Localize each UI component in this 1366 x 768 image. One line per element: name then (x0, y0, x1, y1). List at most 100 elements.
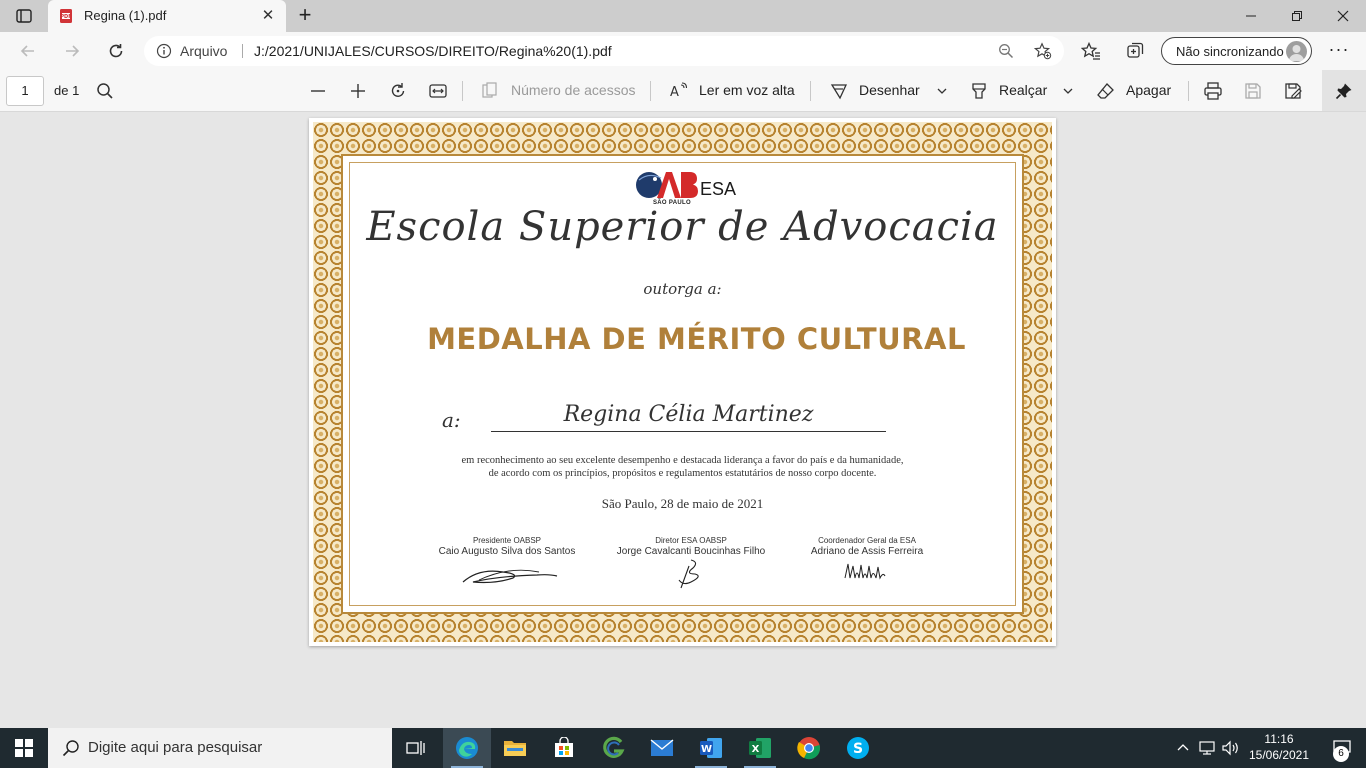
minimize-icon (1246, 15, 1256, 17)
collections-icon[interactable] (1125, 41, 1145, 61)
recipient-underline (491, 431, 886, 432)
address-field[interactable]: Arquivo J:/2021/UNIJALES/CURSOS/DIREITO/… (144, 36, 1064, 66)
erase-button[interactable]: Apagar (1126, 82, 1171, 98)
forward-arrow-icon (66, 45, 80, 57)
highlight-button[interactable]: Realçar (999, 82, 1047, 98)
site-label: Arquivo (180, 43, 228, 59)
signature-block: Presidente OABSP Caio Augusto Silva dos … (412, 536, 602, 557)
certificate-date: São Paulo, 28 de maio de 2021 (601, 496, 764, 511)
search-icon (62, 740, 79, 757)
fit-page-icon[interactable] (428, 81, 448, 101)
zoom-in-icon[interactable] (348, 81, 368, 101)
page-number-input[interactable]: 1 (6, 76, 44, 106)
taskbar-app-g[interactable] (589, 728, 637, 768)
clock-date: 15/06/2021 (1248, 748, 1310, 762)
system-clock[interactable]: 11:16 15/06/2021 (1244, 731, 1314, 763)
profile-button[interactable]: Não sincronizando (1161, 37, 1312, 65)
address-separator (242, 44, 243, 58)
rotate-icon[interactable] (388, 81, 408, 101)
tab-close-icon[interactable]: ✕ (260, 8, 276, 24)
taskbar-search[interactable]: Digite aqui para pesquisar (48, 728, 392, 768)
recipient-name: Regina Célia Martinez (563, 402, 814, 427)
tab-title: Regina (1).pdf (84, 8, 167, 23)
network-icon[interactable] (1198, 738, 1218, 758)
toolbar-separator (810, 81, 811, 101)
taskbar-app-chrome[interactable] (785, 728, 833, 768)
restore-button[interactable] (1274, 0, 1320, 32)
taskbar: Digite aqui para pesquisar W X S 11:16 1… (0, 728, 1366, 768)
tab-actions-button[interactable] (10, 5, 38, 27)
eraser-icon[interactable] (1096, 81, 1116, 101)
zoom-icon[interactable] (998, 43, 1014, 59)
mail-icon (650, 739, 674, 756)
chevron-down-icon[interactable] (932, 81, 952, 101)
forward-button[interactable] (60, 39, 84, 63)
save-as-icon[interactable] (1283, 81, 1303, 101)
medal-title: MEDALHA DE MÉRITO CULTURAL (427, 322, 966, 356)
excel-icon: X (749, 738, 771, 758)
chevron-down-icon[interactable] (1058, 81, 1078, 101)
add-favorite-icon[interactable] (1034, 42, 1052, 60)
signature-block: Diretor ESA OABSP Jorge Cavalcanti Bouci… (596, 536, 786, 557)
taskbar-app-file-explorer[interactable] (491, 728, 539, 768)
toolbar-separator (1188, 81, 1189, 101)
task-view-icon (406, 741, 425, 755)
signatory-name: Caio Augusto Silva dos Santos (438, 546, 576, 557)
back-button[interactable] (16, 39, 40, 63)
minimize-button[interactable] (1228, 0, 1274, 32)
pdf-page: ESA SÃO PAULO Escola Superior de Advocac… (309, 118, 1056, 646)
url-text[interactable]: J:/2021/UNIJALES/CURSOS/DIREITO/Regina%2… (254, 43, 612, 59)
volume-icon[interactable] (1221, 738, 1241, 758)
taskbar-app-edge[interactable] (443, 728, 491, 768)
draw-button[interactable]: Desenhar (859, 82, 920, 98)
close-window-button[interactable] (1320, 0, 1366, 32)
logo-suffix: ESA (700, 179, 736, 199)
pdf-icon: PDF (60, 9, 72, 23)
avatar (1286, 41, 1307, 62)
settings-more-button[interactable]: ··· (1328, 40, 1350, 62)
tab-strip: PDF Regina (1).pdf ✕ + (0, 0, 1366, 32)
taskbar-app-mail[interactable] (638, 728, 686, 768)
highlight-icon[interactable] (969, 81, 989, 101)
task-view-button[interactable] (392, 728, 440, 768)
signature-image (844, 563, 886, 580)
search-icon[interactable] (95, 81, 115, 101)
taskbar-app-excel[interactable]: X (736, 728, 784, 768)
read-aloud-button[interactable]: Ler em voz alta (699, 82, 795, 98)
read-aloud-icon[interactable]: A (669, 81, 689, 101)
document-viewer[interactable]: ESA SÃO PAULO Escola Superior de Advocac… (0, 112, 1366, 728)
tab-active[interactable]: PDF Regina (1).pdf ✕ (48, 0, 286, 32)
start-button[interactable] (0, 728, 48, 768)
search-placeholder: Digite aqui para pesquisar (88, 739, 263, 756)
page-view-icon (482, 82, 497, 98)
taskbar-app-word[interactable]: W (687, 728, 735, 768)
signature-block: Coordenador Geral da ESA Adriano de Assi… (772, 536, 962, 557)
new-tab-button[interactable]: + (292, 4, 318, 28)
toolbar-separator (650, 81, 651, 101)
draw-icon[interactable] (829, 81, 849, 101)
chevron-up-icon[interactable] (1173, 738, 1193, 758)
zoom-out-icon[interactable] (308, 81, 328, 101)
skype-icon: S (847, 737, 869, 759)
svg-text:A: A (670, 85, 679, 100)
refresh-icon (109, 44, 123, 58)
signature-image (678, 559, 699, 589)
pin-icon (1335, 83, 1352, 99)
notification-count-badge: 6 (1333, 746, 1349, 762)
taskbar-app-skype[interactable]: S (834, 728, 882, 768)
refresh-button[interactable] (104, 39, 128, 63)
certificate-text: em reconhecimento ao seu excelente desem… (309, 454, 1056, 480)
favorites-icon[interactable] (1081, 41, 1101, 61)
certificate-text-line: de acordo com os princípios, propósitos … (488, 468, 877, 479)
certificate-title: Escola Superior de Advocacia (366, 204, 999, 250)
info-icon[interactable] (156, 43, 172, 59)
restore-icon (1292, 11, 1302, 21)
pin-toolbar-button[interactable] (1322, 70, 1366, 111)
chrome-icon (797, 737, 820, 760)
print-icon[interactable] (1203, 81, 1223, 101)
svg-text:S: S (853, 741, 863, 757)
toolbar-separator (462, 81, 463, 101)
signatory-role: Diretor ESA OABSP (655, 536, 727, 545)
profile-status-label: Não sincronizando (1176, 44, 1284, 59)
taskbar-app-store[interactable] (540, 728, 588, 768)
